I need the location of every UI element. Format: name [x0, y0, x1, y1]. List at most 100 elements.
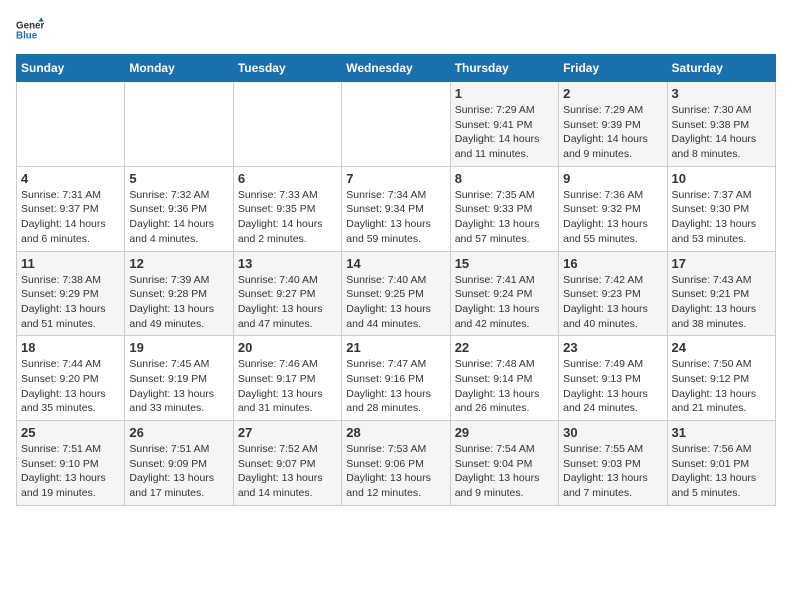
day-number: 8 [455, 171, 554, 186]
calendar-cell: 14 Sunrise: 7:40 AM Sunset: 9:25 PM Dayli… [342, 251, 450, 336]
logo-icon: General Blue [16, 16, 44, 44]
calendar-cell: 24 Sunrise: 7:50 AM Sunset: 9:12 PM Dayli… [667, 336, 775, 421]
day-number: 22 [455, 340, 554, 355]
calendar-cell: 3 Sunrise: 7:30 AM Sunset: 9:38 PM Daylig… [667, 82, 775, 167]
day-number: 2 [563, 86, 662, 101]
day-info: Sunrise: 7:45 AM Sunset: 9:19 PM Dayligh… [129, 357, 228, 416]
calendar-cell: 12Sunrise: 7:39 AM Sunset: 9:28 PM Dayli… [125, 251, 233, 336]
day-info: Sunrise: 7:29 AM Sunset: 9:41 PM Dayligh… [455, 103, 554, 162]
day-info: Sunrise: 7:40 AM Sunset: 9:27 PM Dayligh… [238, 273, 337, 332]
day-number: 1 [455, 86, 554, 101]
day-number: 14 [346, 256, 445, 271]
day-info: Sunrise: 7:33 AM Sunset: 9:35 PM Dayligh… [238, 188, 337, 247]
day-number: 15 [455, 256, 554, 271]
calendar-cell: 5Sunrise: 7:32 AM Sunset: 9:36 PM Daylig… [125, 166, 233, 251]
calendar-cell: 25 Sunrise: 7:51 AM Sunset: 9:10 PM Dayli… [17, 421, 125, 506]
day-number: 31 [672, 425, 771, 440]
day-number: 20 [238, 340, 337, 355]
calendar-cell: 7 Sunrise: 7:34 AM Sunset: 9:34 PM Daylig… [342, 166, 450, 251]
calendar-cell: 18 Sunrise: 7:44 AM Sunset: 9:20 PM Dayli… [17, 336, 125, 421]
day-info: Sunrise: 7:31 AM Sunset: 9:37 PM Dayligh… [21, 188, 120, 247]
calendar-cell: 21 Sunrise: 7:47 AM Sunset: 9:16 PM Dayli… [342, 336, 450, 421]
day-number: 26 [129, 425, 228, 440]
calendar-cell: 30 Sunrise: 7:55 AM Sunset: 9:03 PM Dayli… [559, 421, 667, 506]
day-info: Sunrise: 7:56 AM Sunset: 9:01 PM Dayligh… [672, 442, 771, 501]
day-number: 28 [346, 425, 445, 440]
calendar-week-5: 25 Sunrise: 7:51 AM Sunset: 9:10 PM Dayli… [17, 421, 776, 506]
day-header-thursday: Thursday [450, 55, 558, 82]
day-number: 3 [672, 86, 771, 101]
calendar-cell [17, 82, 125, 167]
calendar-cell: 6Sunrise: 7:33 AM Sunset: 9:35 PM Daylig… [233, 166, 341, 251]
day-number: 13 [238, 256, 337, 271]
day-info: Sunrise: 7:34 AM Sunset: 9:34 PM Dayligh… [346, 188, 445, 247]
day-number: 21 [346, 340, 445, 355]
day-number: 25 [21, 425, 120, 440]
day-info: Sunrise: 7:40 AM Sunset: 9:25 PM Dayligh… [346, 273, 445, 332]
day-info: Sunrise: 7:41 AM Sunset: 9:24 PM Dayligh… [455, 273, 554, 332]
header-row: SundayMondayTuesdayWednesdayThursdayFrid… [17, 55, 776, 82]
calendar-week-2: 4 Sunrise: 7:31 AM Sunset: 9:37 PM Daylig… [17, 166, 776, 251]
day-info: Sunrise: 7:54 AM Sunset: 9:04 PM Dayligh… [455, 442, 554, 501]
calendar-cell: 28 Sunrise: 7:53 AM Sunset: 9:06 PM Dayli… [342, 421, 450, 506]
day-header-wednesday: Wednesday [342, 55, 450, 82]
day-number: 17 [672, 256, 771, 271]
day-info: Sunrise: 7:42 AM Sunset: 9:23 PM Dayligh… [563, 273, 662, 332]
day-number: 29 [455, 425, 554, 440]
day-number: 27 [238, 425, 337, 440]
day-number: 19 [129, 340, 228, 355]
day-number: 7 [346, 171, 445, 186]
calendar-week-1: 1 Sunrise: 7:29 AM Sunset: 9:41 PM Daylig… [17, 82, 776, 167]
calendar-cell: 31 Sunrise: 7:56 AM Sunset: 9:01 PM Dayli… [667, 421, 775, 506]
day-info: Sunrise: 7:51 AM Sunset: 9:09 PM Dayligh… [129, 442, 228, 501]
day-number: 5 [129, 171, 228, 186]
day-info: Sunrise: 7:37 AM Sunset: 9:30 PM Dayligh… [672, 188, 771, 247]
day-info: Sunrise: 7:48 AM Sunset: 9:14 PM Dayligh… [455, 357, 554, 416]
calendar-cell: 19 Sunrise: 7:45 AM Sunset: 9:19 PM Dayli… [125, 336, 233, 421]
day-number: 10 [672, 171, 771, 186]
day-number: 4 [21, 171, 120, 186]
day-info: Sunrise: 7:38 AM Sunset: 9:29 PM Dayligh… [21, 273, 120, 332]
calendar-cell: 26 Sunrise: 7:51 AM Sunset: 9:09 PM Dayli… [125, 421, 233, 506]
day-info: Sunrise: 7:36 AM Sunset: 9:32 PM Dayligh… [563, 188, 662, 247]
day-number: 30 [563, 425, 662, 440]
day-number: 18 [21, 340, 120, 355]
day-info: Sunrise: 7:44 AM Sunset: 9:20 PM Dayligh… [21, 357, 120, 416]
day-info: Sunrise: 7:35 AM Sunset: 9:33 PM Dayligh… [455, 188, 554, 247]
day-info: Sunrise: 7:39 AM Sunset: 9:28 PM Dayligh… [129, 273, 228, 332]
day-info: Sunrise: 7:30 AM Sunset: 9:38 PM Dayligh… [672, 103, 771, 162]
calendar-cell: 1 Sunrise: 7:29 AM Sunset: 9:41 PM Daylig… [450, 82, 558, 167]
calendar-cell: 15 Sunrise: 7:41 AM Sunset: 9:24 PM Dayli… [450, 251, 558, 336]
day-header-saturday: Saturday [667, 55, 775, 82]
calendar-cell: 9 Sunrise: 7:36 AM Sunset: 9:32 PM Daylig… [559, 166, 667, 251]
day-info: Sunrise: 7:53 AM Sunset: 9:06 PM Dayligh… [346, 442, 445, 501]
calendar-cell [125, 82, 233, 167]
day-number: 24 [672, 340, 771, 355]
calendar-cell: 11Sunrise: 7:38 AM Sunset: 9:29 PM Dayli… [17, 251, 125, 336]
calendar-cell: 10 Sunrise: 7:37 AM Sunset: 9:30 PM Dayli… [667, 166, 775, 251]
calendar-week-4: 18 Sunrise: 7:44 AM Sunset: 9:20 PM Dayli… [17, 336, 776, 421]
calendar-cell: 13 Sunrise: 7:40 AM Sunset: 9:27 PM Dayli… [233, 251, 341, 336]
calendar-body: 1 Sunrise: 7:29 AM Sunset: 9:41 PM Daylig… [17, 82, 776, 506]
day-info: Sunrise: 7:47 AM Sunset: 9:16 PM Dayligh… [346, 357, 445, 416]
calendar-cell: 2Sunrise: 7:29 AM Sunset: 9:39 PM Daylig… [559, 82, 667, 167]
calendar-cell: 16Sunrise: 7:42 AM Sunset: 9:23 PM Dayli… [559, 251, 667, 336]
calendar-cell: 23 Sunrise: 7:49 AM Sunset: 9:13 PM Dayli… [559, 336, 667, 421]
day-info: Sunrise: 7:50 AM Sunset: 9:12 PM Dayligh… [672, 357, 771, 416]
calendar-cell: 8 Sunrise: 7:35 AM Sunset: 9:33 PM Daylig… [450, 166, 558, 251]
day-info: Sunrise: 7:55 AM Sunset: 9:03 PM Dayligh… [563, 442, 662, 501]
calendar-cell: 17Sunrise: 7:43 AM Sunset: 9:21 PM Dayli… [667, 251, 775, 336]
day-info: Sunrise: 7:51 AM Sunset: 9:10 PM Dayligh… [21, 442, 120, 501]
day-info: Sunrise: 7:52 AM Sunset: 9:07 PM Dayligh… [238, 442, 337, 501]
calendar-header: SundayMondayTuesdayWednesdayThursdayFrid… [17, 55, 776, 82]
day-number: 9 [563, 171, 662, 186]
calendar-cell: 4 Sunrise: 7:31 AM Sunset: 9:37 PM Daylig… [17, 166, 125, 251]
calendar-cell: 20 Sunrise: 7:46 AM Sunset: 9:17 PM Dayli… [233, 336, 341, 421]
calendar-cell [342, 82, 450, 167]
day-info: Sunrise: 7:46 AM Sunset: 9:17 PM Dayligh… [238, 357, 337, 416]
day-info: Sunrise: 7:49 AM Sunset: 9:13 PM Dayligh… [563, 357, 662, 416]
day-number: 23 [563, 340, 662, 355]
calendar-table: SundayMondayTuesdayWednesdayThursdayFrid… [16, 54, 776, 506]
day-header-monday: Monday [125, 55, 233, 82]
header: General Blue [16, 16, 776, 44]
